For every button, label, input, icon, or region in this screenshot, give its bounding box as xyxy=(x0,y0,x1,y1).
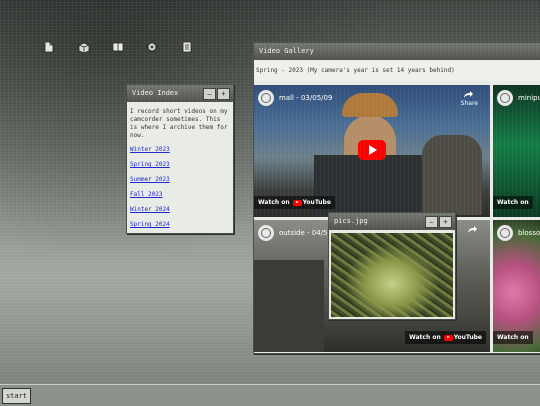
maximize-button[interactable]: + xyxy=(217,88,230,100)
link-summer-2023[interactable]: Summer 2023 xyxy=(130,176,229,184)
video-index-title: Video Index xyxy=(132,89,179,97)
thumbnail-friend xyxy=(422,135,482,215)
watch-on-youtube-button[interactable]: Watch on YouTube xyxy=(405,331,486,344)
share-icon xyxy=(464,91,474,98)
thumbnail-person xyxy=(344,115,396,173)
share-button[interactable] xyxy=(468,225,478,235)
youtube-logo-icon: YouTube xyxy=(443,334,482,341)
archive-icon[interactable] xyxy=(180,40,194,54)
thumbnail-hat xyxy=(342,93,398,117)
play-button[interactable] xyxy=(358,140,386,160)
video-tile-minipu[interactable]: minipu Watch on xyxy=(493,85,540,217)
pics-title: pics.jpg xyxy=(334,217,368,225)
video-tile-mall[interactable]: mall - 03/05/09 Share Watch on YouTube xyxy=(254,85,490,217)
package-icon[interactable] xyxy=(77,40,91,54)
gallery-subtitle: Spring - 2023 (My camera's year is set 1… xyxy=(254,60,540,81)
video-tile-blosso[interactable]: blosso Watch on xyxy=(493,220,540,352)
start-button[interactable]: start xyxy=(2,388,31,404)
watch-on-youtube-button[interactable]: Watch on YouTube xyxy=(254,196,335,209)
pics-image xyxy=(331,233,453,317)
minimize-button[interactable]: – xyxy=(203,88,216,100)
thumbnail-trees xyxy=(254,260,324,352)
link-winter-2023[interactable]: Winter 2023 xyxy=(130,146,229,154)
index-intro-text: I record short videos on my camcorder so… xyxy=(130,108,228,139)
watch-label: Watch on xyxy=(258,199,290,206)
settings-icon[interactable] xyxy=(145,40,159,54)
link-winter-2024[interactable]: Winter 2024 xyxy=(130,206,229,214)
book-icon[interactable] xyxy=(111,40,125,54)
link-spring-2023[interactable]: Spring 2023 xyxy=(130,161,229,169)
watch-label: Watch on xyxy=(497,199,529,206)
pics-titlebar[interactable]: pics.jpg – + xyxy=(329,213,455,230)
video-gallery-titlebar[interactable]: Video Gallery xyxy=(254,43,540,60)
share-label: Share xyxy=(460,100,478,107)
video-gallery-title: Video Gallery xyxy=(259,47,314,55)
video-title: outside - 04/5 xyxy=(279,229,328,237)
link-fall-2023[interactable]: Fall 2023 xyxy=(130,191,229,199)
video-title: minipu xyxy=(518,94,540,102)
video-index-window: Video Index – + I record short videos on… xyxy=(126,84,234,234)
watch-label: Watch on xyxy=(497,334,529,341)
pics-window: pics.jpg – + xyxy=(328,212,456,320)
channel-avatar[interactable] xyxy=(258,225,274,241)
thumbnail-jacket xyxy=(314,155,424,217)
maximize-button[interactable]: + xyxy=(439,216,452,228)
channel-avatar[interactable] xyxy=(258,90,274,106)
watch-on-youtube-button[interactable]: Watch on xyxy=(493,196,533,209)
desktop-background: Video Index – + I record short videos on… xyxy=(0,0,540,384)
document-icon[interactable] xyxy=(42,40,56,54)
youtube-logo-icon: YouTube xyxy=(292,199,331,206)
channel-avatar[interactable] xyxy=(497,90,513,106)
video-title: mall - 03/05/09 xyxy=(279,94,333,102)
share-icon xyxy=(468,226,477,233)
watch-on-youtube-button[interactable]: Watch on xyxy=(493,331,533,344)
minimize-button[interactable]: – xyxy=(425,216,438,228)
taskbar: start xyxy=(0,384,540,406)
video-title: blosso xyxy=(518,229,540,237)
link-spring-2024[interactable]: Spring 2024 xyxy=(130,221,229,229)
video-index-titlebar[interactable]: Video Index – + xyxy=(127,85,233,102)
channel-avatar[interactable] xyxy=(497,225,513,241)
share-button[interactable]: Share xyxy=(461,90,478,107)
watch-label: Watch on xyxy=(409,334,441,341)
